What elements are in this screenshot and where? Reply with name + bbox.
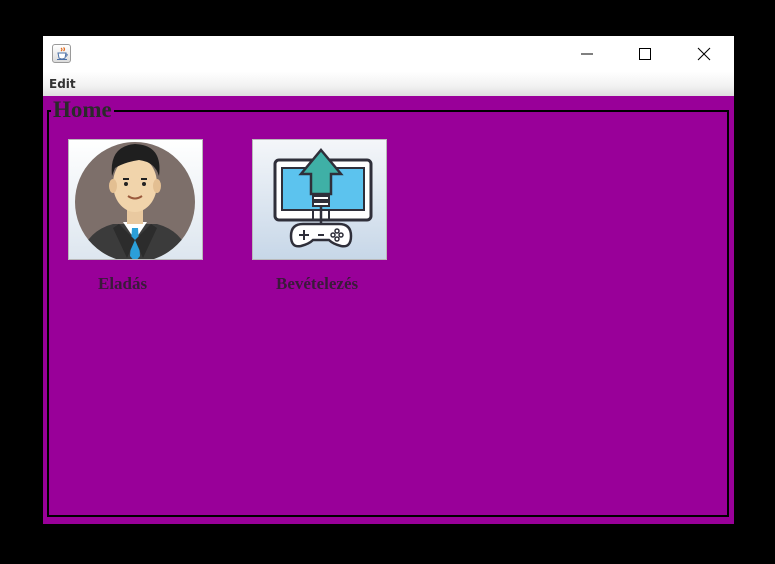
tile-label-bevetelezes: Bevételezés bbox=[276, 274, 359, 293]
panel-title: Home bbox=[51, 96, 114, 124]
tile-bevetelezes[interactable] bbox=[252, 139, 387, 260]
minimize-icon bbox=[581, 53, 593, 55]
close-button[interactable] bbox=[675, 36, 733, 72]
app-window: Edit Home Eladás Bevételezés bbox=[43, 36, 734, 524]
businessman-avatar-icon bbox=[75, 142, 195, 259]
upload-monitor-gamepad-icon bbox=[273, 148, 373, 248]
menu-bar: Edit bbox=[43, 72, 734, 96]
tile-label-eladas: Eladás bbox=[98, 274, 148, 293]
title-bar[interactable] bbox=[43, 36, 734, 72]
minimize-button[interactable] bbox=[558, 36, 616, 72]
maximize-button[interactable] bbox=[616, 36, 674, 72]
java-cup-icon[interactable] bbox=[52, 44, 71, 63]
maximize-icon bbox=[639, 48, 651, 60]
menu-edit[interactable]: Edit bbox=[49, 77, 76, 91]
tile-eladas[interactable] bbox=[68, 139, 203, 260]
close-icon bbox=[697, 47, 711, 61]
